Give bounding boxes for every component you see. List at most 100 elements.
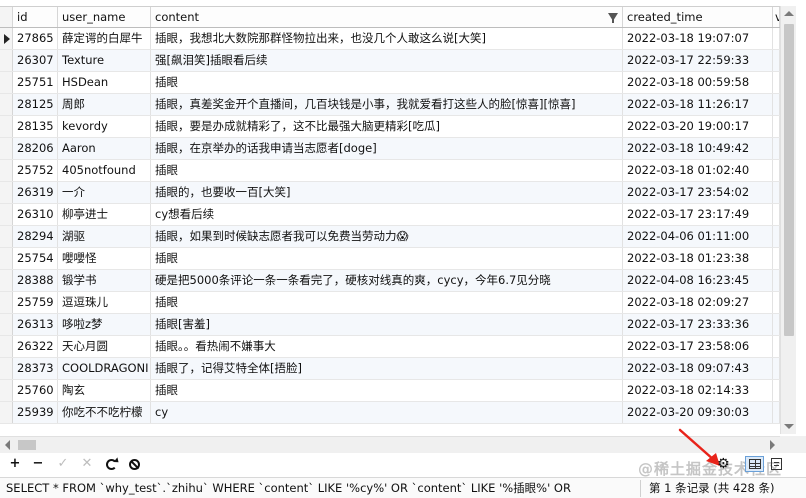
cell-created-time[interactable]: 2022-03-17 23:54:02 — [623, 182, 773, 203]
cell-extra[interactable] — [773, 182, 780, 203]
discard-changes-button[interactable]: ✕ — [80, 457, 94, 471]
cell-content[interactable]: 插眼，要是办成就精彩了，这不比最强大脑更精彩[吃瓜] — [151, 116, 623, 137]
cell-content[interactable]: 插眼了，记得艾特全体[捂脸] — [151, 358, 623, 379]
cell-extra[interactable] — [773, 380, 780, 401]
table-row[interactable]: 28125 周郎 插眼，真差奖金开个直播间，几百块钱是小事，我就爱看打这些人的脸[惊… — [0, 94, 780, 116]
cell-content[interactable]: 插眼，如果到时候缺志愿者我可以免费当劳动力😱 — [151, 226, 623, 247]
cell-user-name[interactable]: 405notfound — [58, 160, 151, 181]
cell-id[interactable]: 26310 — [13, 204, 58, 225]
table-row[interactable]: 28388 锻学书 硬是把5000条评论一条一条看完了，硬核对线真的爽，cycy，今… — [0, 270, 780, 292]
cell-id[interactable]: 28135 — [13, 116, 58, 137]
cell-id[interactable]: 25752 — [13, 160, 58, 181]
cell-extra[interactable] — [773, 50, 780, 71]
row-selector[interactable] — [0, 226, 13, 247]
cell-created-time[interactable]: 2022-03-18 00:59:58 — [623, 72, 773, 93]
gear-icon[interactable]: ⚙ — [717, 456, 730, 472]
table-row[interactable]: 25754 嚶嚶怪 插眼 2022-03-18 01:23:38 — [0, 248, 780, 270]
cell-id[interactable]: 26307 — [13, 50, 58, 71]
cell-content[interactable]: 插眼，在京举办的话我申请当志愿者[doge] — [151, 138, 623, 159]
row-selector[interactable] — [0, 270, 13, 291]
row-selector[interactable] — [0, 336, 13, 357]
column-header-content[interactable]: content — [151, 7, 623, 27]
cell-extra[interactable] — [773, 160, 780, 181]
table-row[interactable]: 25939 你吃不不吃柠檬 cy 2022-03-20 09:30:03 — [0, 402, 780, 424]
cell-content[interactable]: 插眼 — [151, 292, 623, 313]
cell-content[interactable]: 插眼[害羞] — [151, 314, 623, 335]
cell-created-time[interactable]: 2022-03-18 10:49:42 — [623, 138, 773, 159]
cell-extra[interactable] — [773, 226, 780, 247]
cell-content[interactable]: 插眼 — [151, 160, 623, 181]
cell-created-time[interactable]: 2022-03-17 23:17:49 — [623, 204, 773, 225]
scroll-up-arrow-icon[interactable] — [784, 11, 794, 16]
column-header-user-name[interactable]: user_name — [58, 7, 151, 27]
column-header-created-time[interactable]: created_time — [623, 7, 773, 27]
cell-user-name[interactable]: Aaron — [58, 138, 151, 159]
table-row[interactable]: 28135 kevordy 插眼，要是办成就精彩了，这不比最强大脑更精彩[吃瓜] 20… — [0, 116, 780, 138]
cell-content[interactable]: cy — [151, 402, 623, 423]
row-selector[interactable] — [0, 72, 13, 93]
row-selector[interactable] — [0, 160, 13, 181]
cell-user-name[interactable]: 哆啦z梦 — [58, 314, 151, 335]
cell-created-time[interactable]: 2022-03-18 02:14:33 — [623, 380, 773, 401]
cell-user-name[interactable]: 薛定谔的白犀牛 — [58, 28, 151, 49]
result-grid[interactable]: id user_name content created_time v 2786… — [0, 0, 806, 434]
cell-user-name[interactable]: Texture — [58, 50, 151, 71]
cell-created-time[interactable]: 2022-03-18 02:09:27 — [623, 292, 773, 313]
cell-created-time[interactable]: 2022-03-18 01:02:40 — [623, 160, 773, 181]
scroll-right-arrow-icon[interactable] — [770, 440, 775, 450]
cell-created-time[interactable]: 2022-03-18 11:26:17 — [623, 94, 773, 115]
delete-record-button[interactable]: − — [31, 457, 45, 471]
table-row[interactable]: 25760 陶玄 插眼 2022-03-18 02:14:33 — [0, 380, 780, 402]
row-selector[interactable] — [0, 204, 13, 225]
cell-id[interactable]: 26319 — [13, 182, 58, 203]
cell-content[interactable]: 插眼。。看热闹不嫌事大 — [151, 336, 623, 357]
horizontal-scrollbar[interactable] — [0, 436, 780, 453]
scroll-down-arrow-icon[interactable] — [784, 424, 794, 429]
cell-user-name[interactable]: COOLDRAGONI — [58, 358, 151, 379]
table-row[interactable]: 25759 逗逗珠儿 插眼 2022-03-18 02:09:27 — [0, 292, 780, 314]
cell-content[interactable]: 插眼 — [151, 72, 623, 93]
table-row[interactable]: 26319 一介 插眼的，也要收一百[大笑] 2022-03-17 23:54:02 — [0, 182, 780, 204]
cell-extra[interactable] — [773, 358, 780, 379]
table-row[interactable]: 28373 COOLDRAGONI 插眼了，记得艾特全体[捂脸] 2022-03-18… — [0, 358, 780, 380]
cell-user-name[interactable]: 周郎 — [58, 94, 151, 115]
cell-id[interactable]: 28294 — [13, 226, 58, 247]
table-row[interactable]: 25751 HSDean 插眼 2022-03-18 00:59:58 — [0, 72, 780, 94]
cell-id[interactable]: 26322 — [13, 336, 58, 357]
row-selector[interactable] — [0, 314, 13, 335]
cell-user-name[interactable]: 湖驱 — [58, 226, 151, 247]
cell-content[interactable]: 插眼 — [151, 248, 623, 269]
cell-created-time[interactable]: 2022-03-18 09:07:43 — [623, 358, 773, 379]
cell-extra[interactable] — [773, 204, 780, 225]
cell-created-time[interactable]: 2022-03-17 22:59:33 — [623, 50, 773, 71]
table-row[interactable]: 26310 柳亭进士 cy想看后续 2022-03-17 23:17:49 — [0, 204, 780, 226]
cell-content[interactable]: 插眼的，也要收一百[大笑] — [151, 182, 623, 203]
cell-user-name[interactable]: 锻学书 — [58, 270, 151, 291]
row-selector[interactable] — [0, 138, 13, 159]
table-row[interactable]: 28294 湖驱 插眼，如果到时候缺志愿者我可以免费当劳动力😱 2022-04-06 … — [0, 226, 780, 248]
cell-created-time[interactable]: 2022-03-17 23:33:36 — [623, 314, 773, 335]
cell-extra[interactable] — [773, 94, 780, 115]
column-header-extra[interactable]: v — [773, 7, 780, 27]
cell-created-time[interactable]: 2022-03-18 01:23:38 — [623, 248, 773, 269]
cell-extra[interactable] — [773, 72, 780, 93]
row-selector[interactable] — [0, 358, 13, 379]
table-row[interactable]: 28206 Aaron 插眼，在京举办的话我申请当志愿者[doge] 2022-03-… — [0, 138, 780, 160]
cell-extra[interactable] — [773, 28, 780, 49]
cell-extra[interactable] — [773, 248, 780, 269]
cell-extra[interactable] — [773, 314, 780, 335]
table-row[interactable]: 25752 405notfound 插眼 2022-03-18 01:02:40 — [0, 160, 780, 182]
cell-extra[interactable] — [773, 138, 780, 159]
cell-id[interactable]: 25760 — [13, 380, 58, 401]
cell-content[interactable]: 插眼 — [151, 380, 623, 401]
cell-created-time[interactable]: 2022-03-18 19:07:07 — [623, 28, 773, 49]
cell-extra[interactable] — [773, 336, 780, 357]
cell-created-time[interactable]: 2022-04-08 16:23:45 — [623, 270, 773, 291]
cell-content[interactable]: 插眼，我想北大数院那群怪物拉出来，也没几个人敢这么说[大笑] — [151, 28, 623, 49]
cell-user-name[interactable]: 陶玄 — [58, 380, 151, 401]
cell-id[interactable]: 28125 — [13, 94, 58, 115]
form-view-button[interactable] — [768, 456, 784, 472]
cell-content[interactable]: cy想看后续 — [151, 204, 623, 225]
cell-id[interactable]: 28373 — [13, 358, 58, 379]
table-row[interactable]: 27865 薛定谔的白犀牛 插眼，我想北大数院那群怪物拉出来，也没几个人敢这么说[大… — [0, 28, 780, 50]
